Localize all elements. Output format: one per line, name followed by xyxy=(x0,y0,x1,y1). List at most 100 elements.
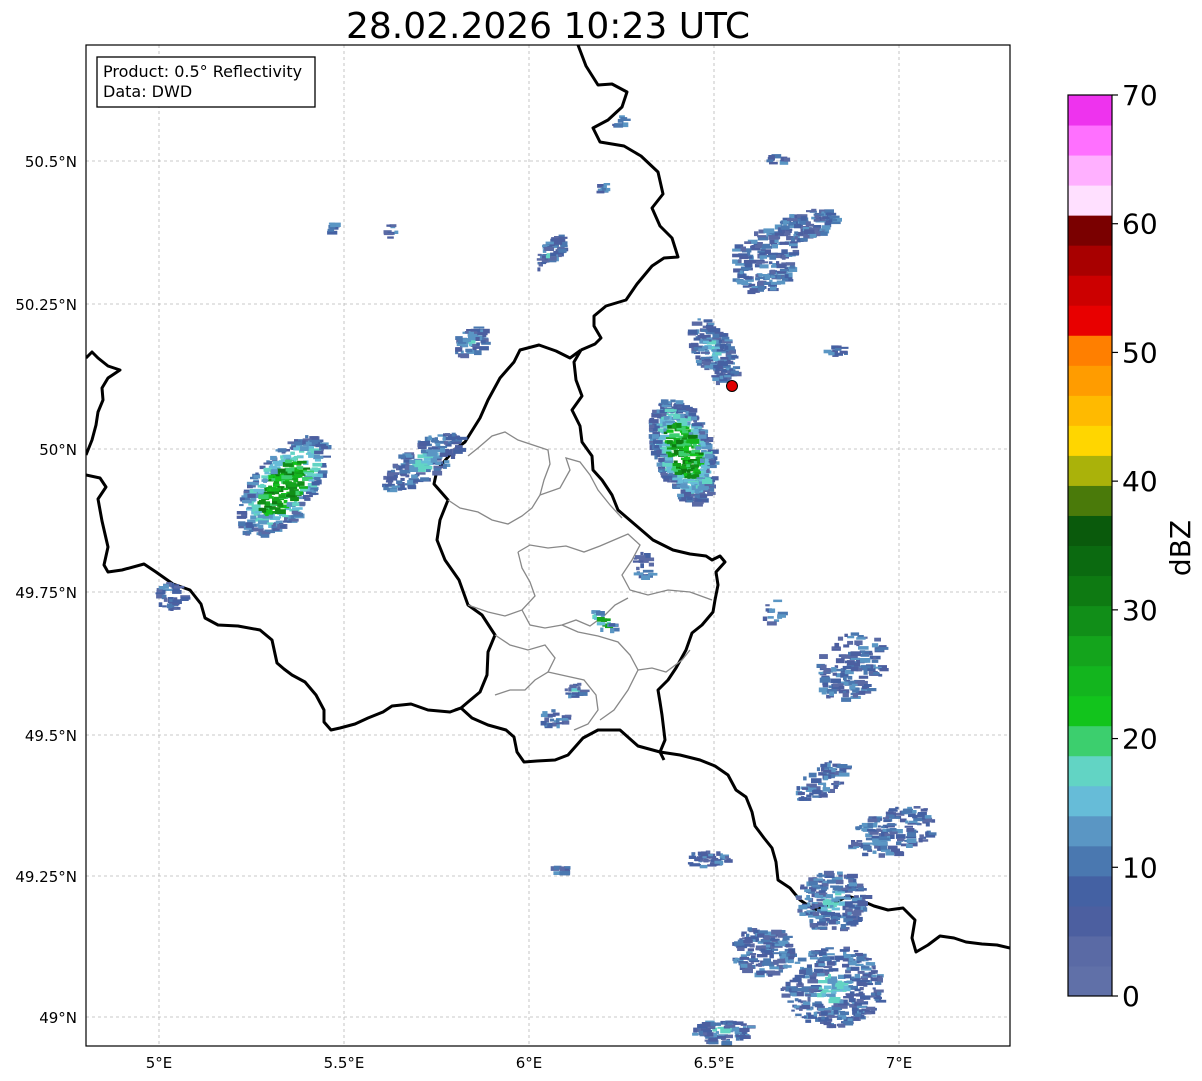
reflectivity-pixel xyxy=(762,243,771,246)
reflectivity-pixel xyxy=(473,326,485,329)
reflectivity-pixel xyxy=(683,472,687,477)
reflectivity-pixel xyxy=(805,994,812,997)
reflectivity-pixel xyxy=(537,253,542,256)
reflectivity-pixel xyxy=(881,831,885,837)
reflectivity-pixel xyxy=(871,974,877,978)
reflectivity-pixel xyxy=(821,1011,828,1016)
reflectivity-pixel xyxy=(854,640,863,646)
reflectivity-pixel xyxy=(662,428,667,432)
reflectivity-pixel xyxy=(571,692,580,695)
reflectivity-pixel xyxy=(776,280,786,285)
reflectivity-pixel xyxy=(865,958,872,961)
reflectivity-pixel xyxy=(847,918,853,921)
reflectivity-pixel xyxy=(610,628,615,634)
reflectivity-pixel xyxy=(166,603,173,609)
reflectivity-pixel xyxy=(807,979,818,984)
reflectivity-pixel xyxy=(788,252,799,256)
reflectivity-pixel xyxy=(835,879,844,885)
y-tick-label: 49.5°N xyxy=(25,727,77,745)
reflectivity-pixel xyxy=(837,636,844,641)
reflectivity-pixel xyxy=(838,685,845,690)
reflectivity-pixel xyxy=(867,822,873,828)
reflectivity-pixel xyxy=(769,254,777,260)
reflectivity-pixel xyxy=(619,118,631,121)
reflectivity-pixel xyxy=(247,493,256,498)
reflectivity-pixel xyxy=(261,479,269,482)
reflectivity-pixel xyxy=(542,711,548,716)
reflectivity-pixel xyxy=(873,656,877,660)
reflectivity-pixel xyxy=(680,483,685,489)
reflectivity-pixel xyxy=(890,848,900,852)
reflectivity-pixel xyxy=(261,475,269,479)
reflectivity-pixel xyxy=(851,841,859,847)
y-tick-label: 49.75°N xyxy=(15,584,77,602)
reflectivity-pixel xyxy=(697,486,709,491)
reflectivity-pixel xyxy=(866,982,874,986)
reflectivity-pixel xyxy=(850,666,859,672)
reflectivity-pixel xyxy=(679,453,687,457)
reflectivity-pixel xyxy=(318,470,328,474)
reflectivity-pixel xyxy=(802,787,809,790)
reflectivity-pixel xyxy=(294,473,303,478)
reflectivity-pixel xyxy=(725,855,729,859)
reflectivity-pixel xyxy=(768,235,779,240)
reflectivity-pixel xyxy=(766,621,777,626)
reflectivity-pixel xyxy=(256,523,260,527)
colorbar-swatch xyxy=(1068,395,1112,426)
reflectivity-pixel xyxy=(614,123,624,128)
reflectivity-pixel xyxy=(835,920,841,925)
reflectivity-pixel xyxy=(678,446,684,449)
reflectivity-pixel xyxy=(866,1006,876,1010)
reflectivity-pixel xyxy=(290,451,295,455)
reflectivity-pixel xyxy=(749,953,757,956)
radar-site-marker[interactable] xyxy=(726,380,738,392)
reflectivity-pixel xyxy=(856,998,864,1003)
reflectivity-pixel xyxy=(870,977,878,982)
reflectivity-pixel xyxy=(648,562,654,567)
reflectivity-pixel xyxy=(854,1017,859,1021)
reflectivity-pixel xyxy=(282,481,292,485)
reflectivity-pixel xyxy=(818,963,826,967)
reflectivity-pixel xyxy=(710,1022,721,1026)
reflectivity-pixel xyxy=(254,511,262,514)
reflectivity-pixel xyxy=(836,984,844,989)
reflectivity-pixel xyxy=(838,1023,846,1028)
reflectivity-pixel xyxy=(309,439,321,443)
reflectivity-pixel xyxy=(688,412,697,416)
reflectivity-pixel xyxy=(450,454,456,459)
reflectivity-pixel xyxy=(855,1013,861,1017)
reflectivity-pixel xyxy=(813,1011,818,1017)
reflectivity-pixel xyxy=(693,1027,698,1033)
reflectivity-pixel xyxy=(465,348,473,353)
reflectivity-pixel xyxy=(777,614,786,618)
colorbar-tick-label: 30 xyxy=(1122,594,1158,627)
reflectivity-pixel xyxy=(239,504,244,507)
reflectivity-pixel xyxy=(846,660,855,666)
reflectivity-pixel xyxy=(407,480,414,485)
reflectivity-pixel xyxy=(656,449,662,454)
reflectivity-pixel xyxy=(906,832,917,837)
reflectivity-pixel xyxy=(771,952,780,955)
reflectivity-pixel xyxy=(435,461,442,465)
reflectivity-pixel xyxy=(849,686,856,690)
reflectivity-pixel xyxy=(816,973,825,977)
reflectivity-pixel xyxy=(562,717,568,721)
reflectivity-pixel xyxy=(242,500,252,504)
reflectivity-pixel xyxy=(308,453,314,458)
reflectivity-pixel xyxy=(789,266,796,269)
reflectivity-pixel xyxy=(383,232,394,236)
reflectivity-pixel xyxy=(851,683,858,687)
reflectivity-pixel xyxy=(847,675,853,680)
map-plot-area[interactable]: Product: 0.5° Reflectivity Data: DWD xyxy=(85,44,1011,1047)
reflectivity-pixel xyxy=(888,808,897,812)
reflectivity-pixel xyxy=(779,268,789,272)
reflectivity-pixel xyxy=(759,252,766,256)
reflectivity-pixel xyxy=(793,1005,800,1009)
reflectivity-pixel xyxy=(455,347,463,352)
reflectivity-pixel xyxy=(451,432,456,437)
reflectivity-pixel xyxy=(649,424,655,429)
reflectivity-pixel xyxy=(561,236,568,239)
reflectivity-pixel xyxy=(238,521,246,527)
reflectivity-pixel xyxy=(828,974,831,979)
x-tick-label: 7°E xyxy=(886,1054,913,1072)
